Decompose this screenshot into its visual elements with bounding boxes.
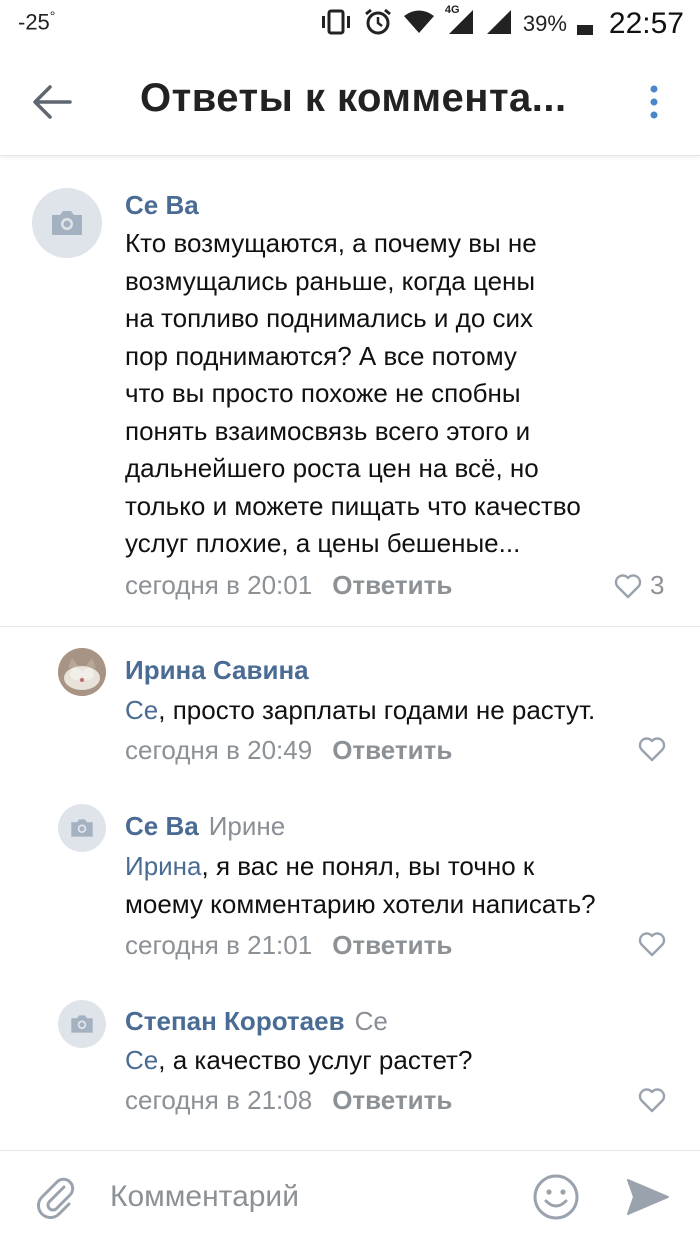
author-name[interactable]: Ирина Савина (125, 655, 309, 685)
comment-text: Кто возмущаются, а почему вы не возмущал… (125, 225, 685, 563)
mention-link[interactable]: Ирина (125, 851, 202, 881)
reply-button[interactable]: Ответить (332, 930, 452, 960)
comment-text-line: пор поднимаются? А все потому (125, 340, 517, 371)
author-avatar[interactable] (58, 804, 106, 852)
battery-icon (576, 25, 593, 35)
attach-button[interactable] (34, 1175, 78, 1219)
comment-text: Се, просто зарплаты годами не растут. (125, 692, 685, 730)
comment-meta: сегодня в 20:49 Ответить (125, 735, 452, 766)
like-button[interactable] (638, 1087, 666, 1113)
paperclip-icon (37, 1177, 75, 1219)
reply-button[interactable]: Ответить (332, 735, 452, 765)
comment-text-body: , а качество услуг растет? (158, 1045, 473, 1075)
thread-divider (0, 626, 700, 627)
heart-icon (614, 573, 642, 598)
author-avatar[interactable] (58, 1000, 106, 1048)
comment-text-line: Кто возмущаются, а почему вы не (125, 228, 537, 258)
reply-comment: Се Ва Ирине Ирина, я вас не понял, вы точ… (0, 796, 700, 976)
temperature-value: -25 (18, 9, 50, 35)
send-button[interactable] (626, 1177, 670, 1217)
reply-button[interactable]: Ответить (332, 570, 452, 600)
comment-text-body: , я вас не понял, вы точно к (201, 851, 535, 881)
author-line: Се Ва (125, 190, 199, 221)
arrow-left-icon (33, 85, 72, 119)
comment-time: сегодня в 21:08 (125, 1085, 313, 1115)
comment-text-line: на топливо поднимались и до сих (125, 303, 534, 333)
comment-time: сегодня в 20:01 (125, 570, 313, 600)
camera-placeholder-icon (52, 211, 82, 235)
cellular-signal-icon (485, 8, 513, 41)
clock: 22:57 (608, 7, 684, 40)
author-name[interactable]: Се Ва (125, 190, 199, 220)
comment-text-line: возмущались раньше, когда цены (125, 265, 536, 296)
author-name[interactable]: Степан Коротаев (125, 1006, 345, 1036)
temperature-indicator: -25° (18, 8, 55, 35)
like-button[interactable]: 3 (614, 570, 664, 601)
reply-to-name: Ирине (208, 811, 286, 841)
wifi-icon (403, 9, 435, 40)
comment-text-line: дальнейшего роста цен на всё, но (125, 453, 539, 483)
comment-time: сегодня в 20:49 (125, 735, 313, 765)
cat-photo-avatar (58, 648, 106, 696)
more-vertical-icon (650, 85, 658, 119)
like-button[interactable] (638, 736, 666, 762)
mention-link[interactable]: Се (125, 695, 158, 725)
author-avatar[interactable] (32, 188, 102, 258)
comment-meta: сегодня в 20:01 Ответить (125, 570, 452, 601)
heart-icon (638, 932, 666, 957)
emoji-button[interactable] (532, 1173, 580, 1221)
like-count: 3 (650, 570, 665, 600)
back-button[interactable] (30, 84, 74, 120)
status-icons: 4G 39% 22:57 (319, 4, 684, 44)
reply-comment: Степан Коротаев Се Се, а качество услуг р… (0, 992, 700, 1142)
comment-text-body: , просто зарплаты годами не растут. (158, 695, 596, 725)
app-header: Ответы к коммента... (0, 50, 700, 156)
status-bar: -25° 4G 39% 22:57 (0, 0, 700, 50)
comment-text-line: только и можете пищать что качество (125, 490, 581, 521)
vibrate-icon (319, 8, 353, 41)
degree-sign: ° (49, 8, 56, 24)
camera-placeholder-icon (71, 819, 93, 837)
heart-icon (638, 1088, 666, 1113)
author-name[interactable]: Се Ва (125, 811, 199, 841)
author-line: Степан Коротаев Се (125, 1006, 388, 1037)
comment-time: сегодня в 21:01 (125, 930, 313, 960)
reply-comment: Ирина Савина Се, просто зарплаты годами … (0, 640, 700, 790)
comment-text-line: услуг плохие, а цены бешеные... (125, 528, 521, 558)
comment-text: Се, а качество услуг растет? (125, 1042, 685, 1080)
comment-input[interactable] (110, 1173, 510, 1221)
mention-link[interactable]: Се (125, 1045, 158, 1075)
comment-meta: сегодня в 21:08 Ответить (125, 1085, 452, 1116)
comment-text: Ирина, я вас не понял, вы точно к моему … (125, 848, 685, 923)
camera-placeholder-icon (71, 1015, 93, 1033)
like-button[interactable] (638, 931, 666, 957)
comment-text-line: понять взаимосвязь всего этого и (125, 415, 531, 446)
send-icon (627, 1179, 669, 1215)
comment-composer (0, 1150, 700, 1244)
author-line: Ирина Савина (125, 655, 309, 686)
reply-button[interactable]: Ответить (332, 1085, 452, 1115)
alarm-icon (363, 7, 393, 42)
reply-to-name: Се (354, 1006, 388, 1036)
battery-percentage: 39% (522, 11, 567, 36)
page-title: Ответы к коммента... (140, 76, 567, 120)
author-line: Се Ва Ирине (125, 811, 285, 842)
network-type-label: 4G (444, 3, 460, 16)
cellular-4g-icon: 4G (445, 4, 475, 41)
comment-text-line: что вы просто похоже не спобны (125, 378, 521, 408)
more-options-button[interactable] (642, 82, 666, 122)
comment-text-line: моему комментарию хотели написать? (125, 888, 596, 919)
smiley-icon (533, 1174, 579, 1220)
heart-icon (638, 737, 666, 762)
author-avatar[interactable] (58, 648, 106, 696)
parent-comment: Се Ва Кто возмущаются, а почему вы не во… (0, 160, 700, 626)
comment-meta: сегодня в 21:01 Ответить (125, 930, 452, 961)
